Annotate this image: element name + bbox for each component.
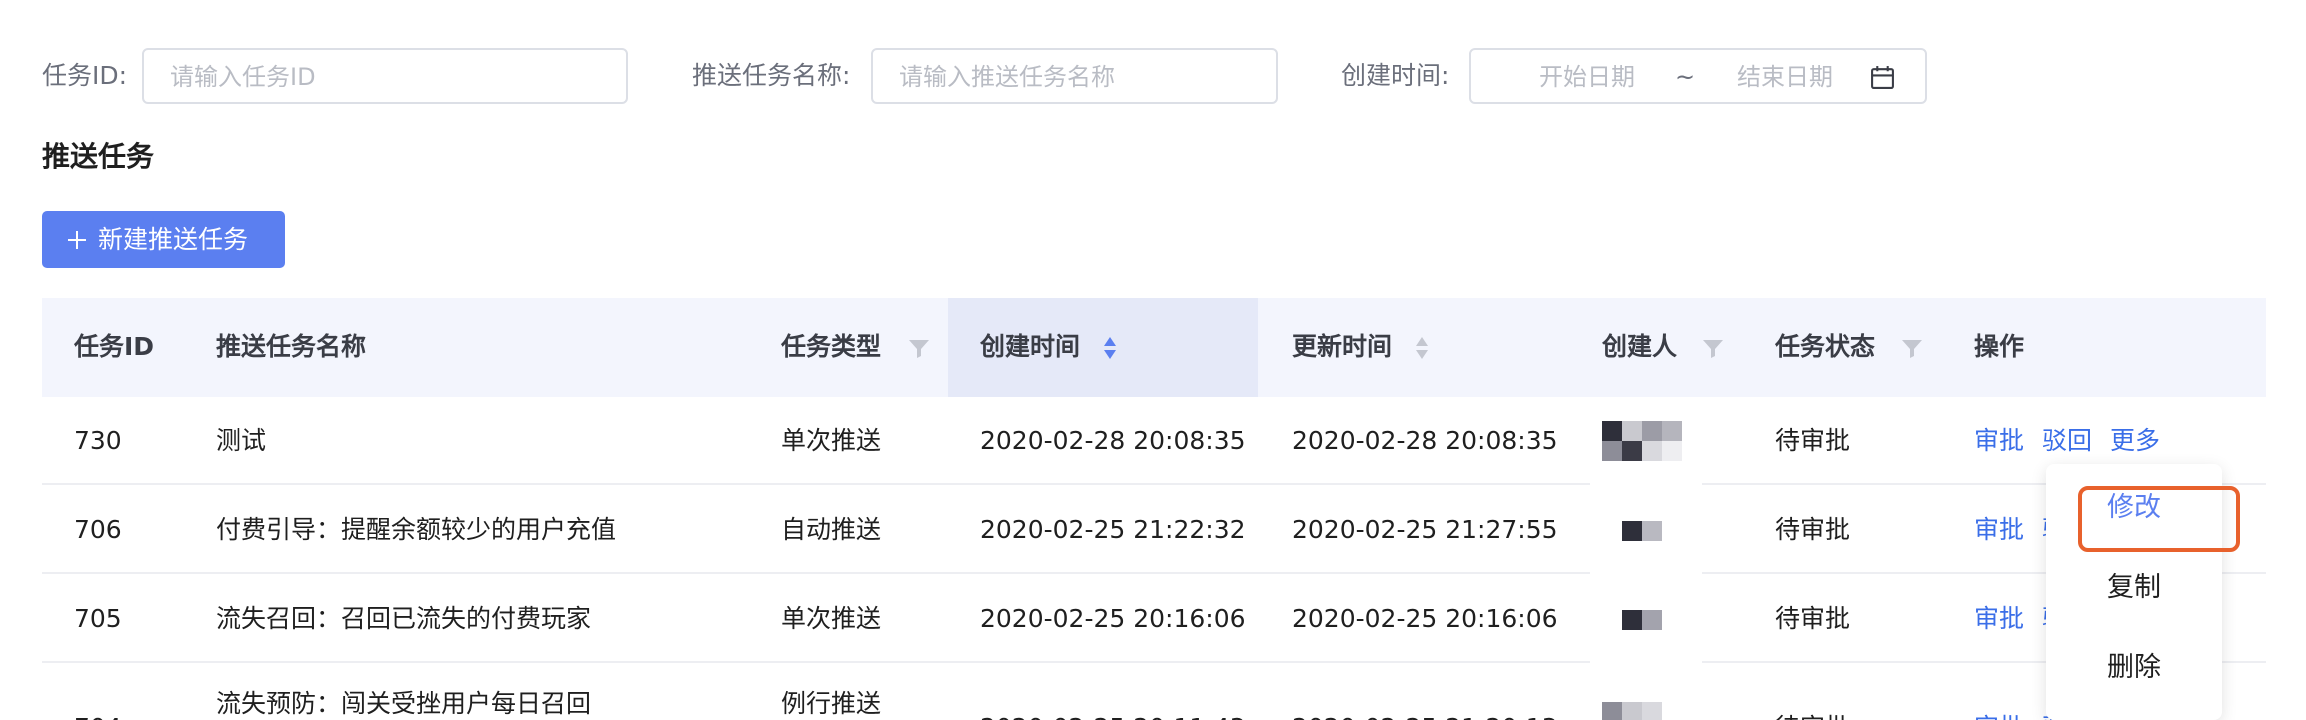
task-id-placeholder: 请输入任务ID — [170, 63, 316, 91]
task-name-input[interactable]: 请输入推送任务名称 — [871, 48, 1278, 104]
cell-task-name: 流失预防：闯关受挫用户每日召回 — [216, 689, 592, 718]
cell-task-type: 单次推送 — [781, 426, 882, 455]
menu-item-delete[interactable]: 删除 — [2046, 651, 2222, 685]
creator-avatar — [1622, 610, 1664, 630]
cell-task-name: 测试 — [216, 426, 267, 455]
cell-task-id: 706 — [74, 515, 122, 544]
cell-task-type: 自动推送 — [781, 515, 882, 544]
cell-updated-time: 2020-02-25 21:20:13 — [1292, 712, 1558, 720]
cell-task-status: 待审批 — [1775, 604, 1851, 633]
cell-task-name: 付费引导：提醒余额较少的用户充值 — [216, 515, 617, 544]
created-date-range-picker[interactable]: 开始日期 ~ 结束日期 — [1469, 48, 1927, 104]
new-push-task-button[interactable]: 新建推送任务 — [42, 211, 285, 268]
creator-avatar — [1602, 702, 1664, 720]
edit-item-highlight-box — [2078, 486, 2240, 552]
column-header-task-id: 任务ID — [74, 332, 155, 361]
task-id-label: 任务ID: — [42, 61, 128, 90]
more-link[interactable]: 更多 — [2110, 425, 2160, 457]
cell-created-time: 2020-02-25 21:22:32 — [980, 515, 1246, 544]
menu-item-copy[interactable]: 复制 — [2046, 571, 2222, 605]
calendar-icon[interactable] — [1870, 65, 1895, 90]
section-title: 推送任务 — [42, 140, 155, 173]
filter-funnel-icon[interactable] — [908, 337, 930, 359]
sort-icon[interactable] — [1102, 334, 1118, 362]
date-range-separator: ~ — [1675, 63, 1696, 91]
column-header-task-name: 推送任务名称 — [216, 332, 367, 361]
new-push-task-label: 新建推送任务 — [98, 225, 249, 254]
creator-avatar — [1602, 421, 1684, 461]
cell-updated-time: 2020-02-25 21:27:55 — [1292, 515, 1558, 544]
task-id-input[interactable]: 请输入任务ID — [142, 48, 628, 104]
creator-avatar — [1622, 521, 1664, 541]
cell-task-status: 待审批 — [1775, 712, 1850, 720]
approve-link[interactable]: 审批 — [1974, 425, 2024, 457]
approve-link[interactable]: 审批 — [1974, 514, 2024, 546]
reject-link[interactable]: 驳回 — [2042, 425, 2092, 457]
cell-task-type: 例行推送 — [781, 689, 882, 718]
popover-shadow-residue — [1590, 566, 1702, 720]
cell-task-status: 待审批 — [1775, 426, 1851, 455]
created-time-label: 创建时间: — [1341, 61, 1450, 90]
cell-updated-time: 2020-02-28 20:08:35 — [1292, 426, 1558, 455]
cell-task-id: 730 — [74, 426, 122, 455]
column-header-creator[interactable]: 创建人 — [1602, 331, 1677, 363]
column-header-task-status[interactable]: 任务状态 — [1775, 331, 1875, 363]
task-name-label: 推送任务名称: — [692, 61, 851, 90]
table-row: 706 付费引导：提醒余额较少的用户充值 自动推送 2020-02-25 21:… — [42, 486, 2266, 574]
start-date-placeholder[interactable]: 开始日期 — [1539, 63, 1635, 91]
cell-task-id: 705 — [74, 604, 122, 633]
column-header-operations: 操作 — [1974, 332, 2025, 361]
cell-task-type: 单次推送 — [781, 604, 882, 633]
cell-task-status: 待审批 — [1775, 515, 1851, 544]
cell-task-id: 704 — [74, 712, 122, 720]
column-header-task-type[interactable]: 任务类型 — [781, 331, 881, 363]
popover-shadow-residue — [1590, 462, 1702, 558]
table-row: 705 流失召回：召回已流失的付费玩家 单次推送 2020-02-25 20:1… — [42, 575, 2266, 663]
cell-created-time: 2020-02-25 20:16:06 — [980, 604, 1246, 633]
cell-updated-time: 2020-02-25 20:16:06 — [1292, 604, 1558, 633]
cell-task-name: 流失召回：召回已流失的付费玩家 — [216, 604, 592, 633]
table-header: 任务ID 推送任务名称 任务类型 创建时间 更新时间 创建人 任务状态 操作 — [42, 298, 2266, 397]
plus-icon — [68, 230, 86, 249]
approve-link[interactable]: 审批 — [1974, 603, 2024, 635]
filter-funnel-icon[interactable] — [1901, 337, 1923, 359]
filter-funnel-icon[interactable] — [1702, 337, 1724, 359]
end-date-placeholder[interactable]: 结束日期 — [1737, 63, 1833, 91]
table-row: 704 流失预防：闯关受挫用户每日召回 例行推送 2020-02-25 20:1… — [42, 664, 2266, 720]
cell-created-time: 2020-02-25 20:11:43 — [980, 712, 1246, 720]
table-row: 730 测试 单次推送 2020-02-28 20:08:35 2020-02-… — [42, 397, 2266, 485]
column-header-created-time[interactable]: 创建时间 — [980, 331, 1080, 363]
column-header-updated-time[interactable]: 更新时间 — [1292, 331, 1392, 363]
sort-icon[interactable] — [1414, 334, 1430, 362]
task-name-placeholder: 请输入推送任务名称 — [899, 63, 1115, 91]
cell-created-time: 2020-02-28 20:08:35 — [980, 426, 1246, 455]
approve-link[interactable]: 审批 — [1974, 712, 2024, 720]
